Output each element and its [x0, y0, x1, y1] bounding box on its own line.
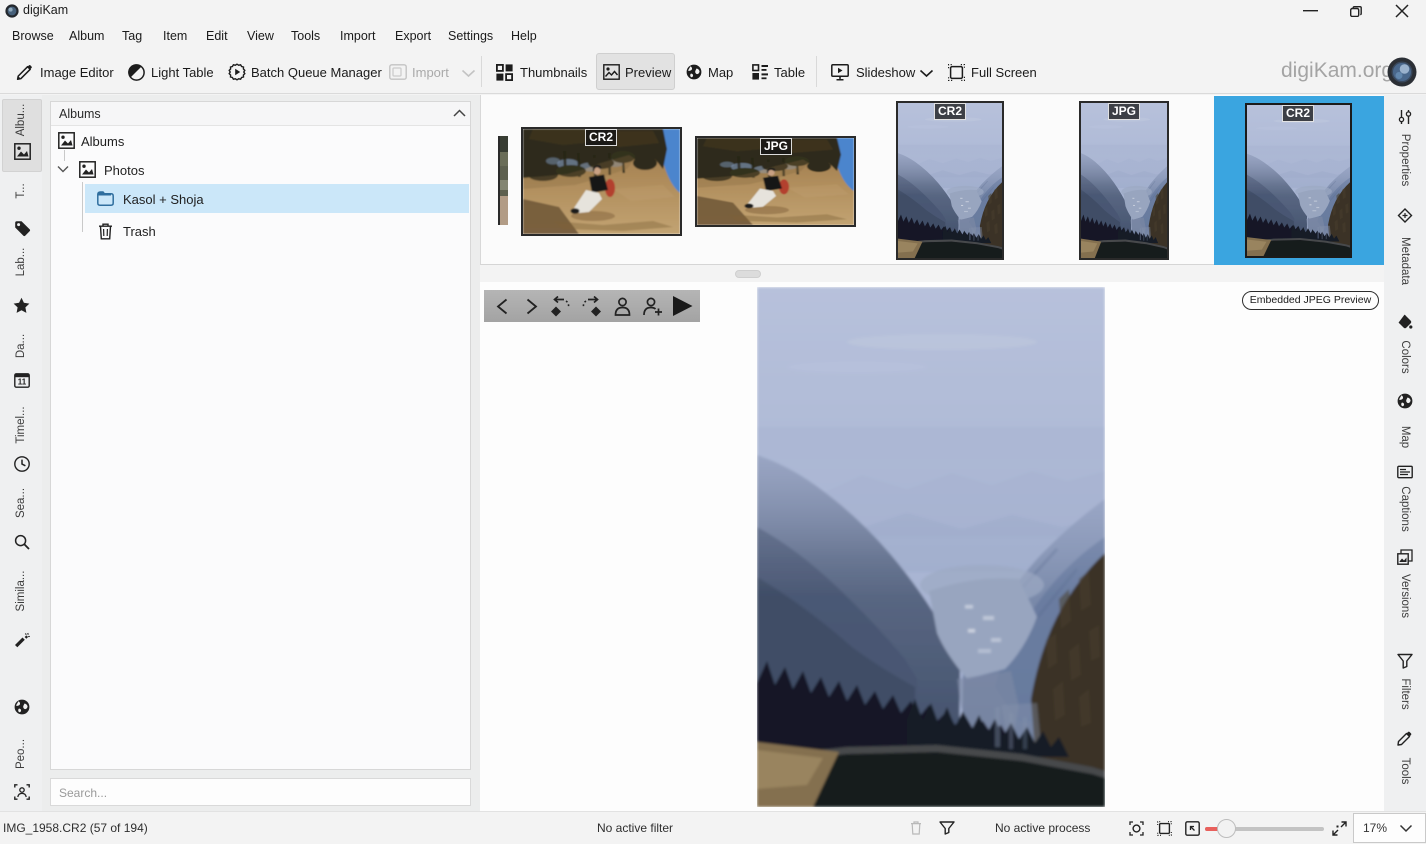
svg-text:11: 11 [18, 378, 27, 387]
